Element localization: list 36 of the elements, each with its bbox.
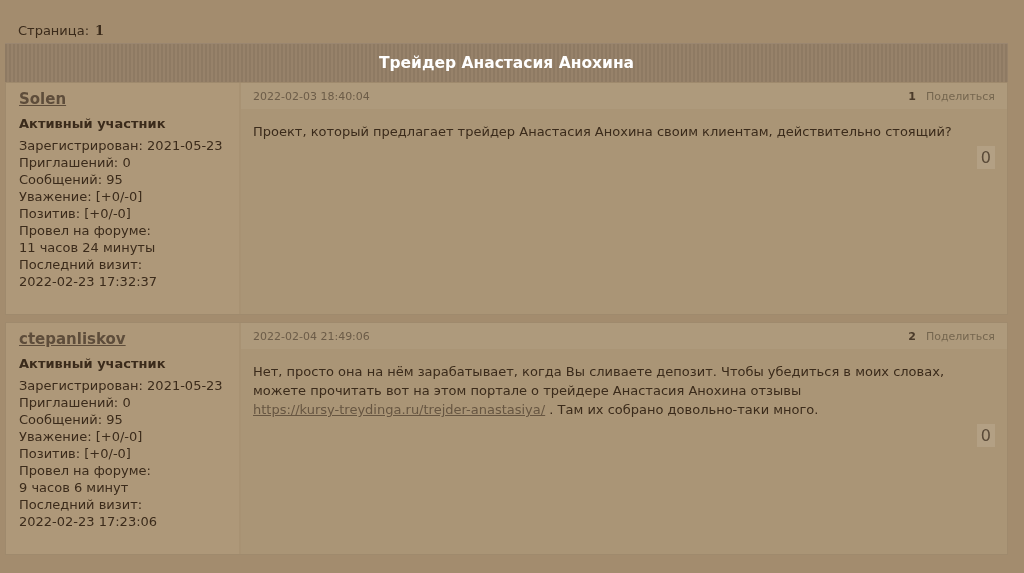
author-stat: Сообщений: 95 — [19, 171, 124, 188]
post-link[interactable]: https://kursy-treydinga.ru/trejder-anastasiya/ — [253, 402, 546, 417]
author-link[interactable]: Solen — [19, 89, 226, 109]
author-stat: 11 часов 24 минуты — [19, 239, 157, 256]
author-rank: Активный участник — [19, 115, 167, 132]
author-stat: Приглашений: 0 — [19, 154, 132, 171]
author-stat: Приглашений: 0 — [19, 394, 132, 411]
author-stat: Сообщений: 95 — [19, 411, 124, 428]
post-rating[interactable]: 0 — [976, 424, 995, 447]
author-stat: Уважение: [+0/-0] — [19, 188, 144, 205]
author-stat: Последний визит: — [19, 496, 144, 513]
author-stat: Последний визит: — [19, 256, 144, 273]
author-stat: Зарегистрирован: 2021-05-23 — [19, 377, 224, 394]
author-stat: Провел на форуме: — [19, 462, 152, 479]
share-link[interactable]: Поделиться — [925, 89, 995, 103]
post-number: 1 — [908, 89, 916, 103]
post-text: Проект, который предлагает трейдер Анастасия Анохина своим клиентам, действительно стоящий? — [252, 123, 953, 141]
post-rating[interactable]: 0 — [976, 146, 995, 169]
author-stat: 2022-02-23 17:23:06 — [19, 513, 159, 530]
post-date: 2022-02-04 21:49:06 — [253, 329, 371, 343]
post-text: Нет, просто она на нём зарабатывает, когда Вы сливаете депозит. Чтобы убедиться в моих словах, можете прочитать вот на этом портале о трейдере Анастасия Анохина отзывы https://kursy-treydinga.ru/trejder-anastasiya/ . Там их собрано довольно-таки много. — [252, 363, 946, 419]
author-stat: Зарегистрирован: 2021-05-23 — [19, 137, 224, 154]
author-stat: Провел на форуме: — [19, 222, 152, 239]
topic-title: Трейдер Анастасия Анохина — [5, 43, 1008, 82]
post-date: 2022-02-03 18:40:04 — [253, 89, 371, 103]
author-stat: Уважение: [+0/-0] — [19, 428, 144, 445]
page-number: 1 — [95, 22, 105, 39]
author-link[interactable]: ctepanliskov — [19, 329, 226, 349]
post-number: 2 — [908, 329, 916, 343]
author-stat: Позитив: [+0/-0] — [19, 205, 132, 222]
author-stat: 2022-02-23 17:32:37 — [19, 273, 159, 290]
page-label: Страница: — [18, 22, 89, 39]
author-rank: Активный участник — [19, 355, 167, 372]
author-stat: Позитив: [+0/-0] — [19, 445, 132, 462]
share-link[interactable]: Поделиться — [925, 329, 995, 343]
author-stat: 9 часов 6 минут — [19, 479, 130, 496]
